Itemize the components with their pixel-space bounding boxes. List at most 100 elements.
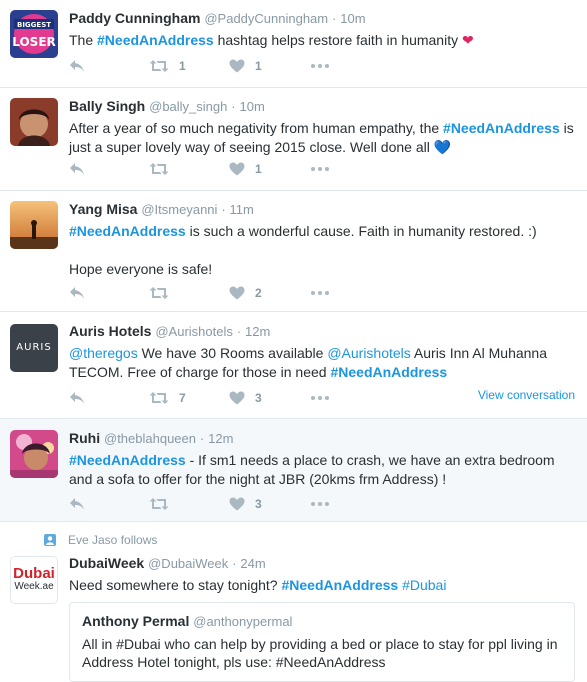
more-button[interactable] xyxy=(311,396,341,400)
user-fullname[interactable]: Bally Singh xyxy=(69,98,145,114)
timestamp[interactable]: 10m xyxy=(340,11,365,26)
tweet[interactable]: BIGGEST LOSER Paddy Cunningham @PaddyCun… xyxy=(0,0,587,88)
hashtag-link[interactable]: #NeedAnAddress xyxy=(69,223,186,239)
follow-user-icon xyxy=(44,534,56,546)
retweet-button[interactable]: 7 xyxy=(149,391,229,405)
more-dots-icon xyxy=(311,64,329,68)
tweet[interactable]: Eve Jaso follows Dubai Week.ae DubaiWeek… xyxy=(0,522,587,682)
avatar[interactable]: AURIS xyxy=(10,324,58,372)
timestamp[interactable]: 12m xyxy=(208,431,233,446)
tweet-text-part: After a year of so much negativity from … xyxy=(69,120,444,136)
retweet-button[interactable] xyxy=(149,497,229,511)
avatar[interactable]: BIGGEST LOSER xyxy=(10,10,58,58)
reply-button[interactable] xyxy=(69,162,149,176)
svg-text:BIGGEST: BIGGEST xyxy=(17,21,51,29)
social-context: Eve Jaso follows xyxy=(44,532,157,548)
like-button[interactable]: 1 xyxy=(229,162,311,176)
more-dots-icon xyxy=(311,396,329,400)
user-fullname[interactable]: Paddy Cunningham xyxy=(69,10,200,26)
retweet-icon xyxy=(149,286,169,300)
like-button[interactable]: 2 xyxy=(229,286,311,300)
retweet-icon xyxy=(149,391,169,405)
more-button[interactable] xyxy=(311,167,341,171)
blue-heart-emoji: 💙 xyxy=(433,139,452,155)
avatar[interactable] xyxy=(10,201,58,249)
tweet[interactable]: Ruhi @theblahqueen · 12m #NeedAnAddress … xyxy=(0,419,587,522)
user-fullname[interactable]: Ruhi xyxy=(69,430,100,446)
tweet[interactable]: Yang Misa @Itsmeyanni · 11m #NeedAnAddre… xyxy=(0,191,587,312)
reply-button[interactable] xyxy=(69,286,149,300)
more-button[interactable] xyxy=(311,502,341,506)
hashtag-link[interactable]: #NeedAnAddress xyxy=(443,120,560,136)
reply-button[interactable] xyxy=(69,497,149,511)
timestamp[interactable]: 12m xyxy=(245,324,270,339)
user-handle[interactable]: @Aurishotels xyxy=(155,324,233,339)
tweet[interactable]: AURIS Auris Hotels @Aurishotels · 12m @t… xyxy=(0,312,587,419)
retweet-icon xyxy=(149,162,169,176)
more-dots-icon xyxy=(311,291,329,295)
user-handle[interactable]: @bally_singh xyxy=(149,99,227,114)
quoted-tweet-text: All in #Dubai who can help by providing … xyxy=(82,636,558,670)
hashtag-link[interactable]: #NeedAnAddress xyxy=(69,452,186,468)
tweet[interactable]: Bally Singh @bally_singh · 10m After a y… xyxy=(0,88,587,191)
hashtag-link[interactable]: #Dubai xyxy=(402,577,446,593)
separator-dot: · xyxy=(232,556,237,571)
retweet-button[interactable]: 1 xyxy=(149,59,229,73)
more-dots-icon xyxy=(311,167,329,171)
like-count: 1 xyxy=(255,162,262,176)
retweet-icon xyxy=(149,59,169,73)
user-fullname[interactable]: DubaiWeek xyxy=(69,555,144,571)
user-fullname[interactable]: Yang Misa xyxy=(69,201,137,217)
user-handle[interactable]: @Itsmeyanni xyxy=(141,202,217,217)
hashtag-link[interactable]: #NeedAnAddress xyxy=(281,577,398,593)
user-handle[interactable]: @theblahqueen xyxy=(104,431,196,446)
hashtag-link[interactable]: #NeedAnAddress xyxy=(330,364,447,380)
timestamp[interactable]: 10m xyxy=(240,99,265,114)
mention-link[interactable]: @Aurishotels xyxy=(327,345,410,361)
view-conversation-link[interactable]: View conversation xyxy=(478,388,575,402)
user-fullname[interactable]: Auris Hotels xyxy=(69,323,151,339)
heart-icon xyxy=(229,162,245,176)
separator-dot: · xyxy=(332,11,337,26)
avatar[interactable]: Dubai Week.ae xyxy=(10,556,58,604)
reply-icon xyxy=(69,391,85,405)
like-button[interactable]: 3 xyxy=(229,391,311,405)
timestamp[interactable]: 11m xyxy=(230,202,254,217)
retweet-count: 1 xyxy=(179,59,186,73)
red-heart-emoji: ❤ xyxy=(461,32,474,48)
like-button[interactable]: 3 xyxy=(229,497,311,511)
timestamp[interactable]: 24m xyxy=(240,556,265,571)
like-button[interactable]: 1 xyxy=(229,59,311,73)
separator-dot: · xyxy=(221,202,226,217)
tweet-text-part: We have 30 Rooms available xyxy=(137,345,328,361)
hashtag-link[interactable]: #NeedAnAddress xyxy=(97,32,214,48)
reply-button[interactable] xyxy=(69,391,149,405)
mention-link[interactable]: @theregos xyxy=(69,345,138,361)
quoted-user-handle: @anthonypermal xyxy=(193,614,293,629)
retweet-button[interactable] xyxy=(149,162,229,176)
retweet-count: 7 xyxy=(179,391,186,405)
avatar[interactable] xyxy=(10,430,58,478)
more-button[interactable] xyxy=(311,64,341,68)
retweet-button[interactable] xyxy=(149,286,229,300)
reply-icon xyxy=(69,59,85,73)
tweet-text-part: The xyxy=(69,32,98,48)
auris-logo: AURIS xyxy=(16,342,52,353)
social-context-text[interactable]: Eve Jaso follows xyxy=(68,533,157,547)
separator-dot: · xyxy=(236,324,242,339)
quoted-tweet[interactable]: Anthony Permal @anthonypermal All in #Du… xyxy=(69,602,575,682)
user-handle[interactable]: @DubaiWeek xyxy=(148,556,228,571)
dubaiweek-logo: Dubai Week.ae xyxy=(13,565,55,592)
tweet-text: @theregos We have 30 Rooms available @Au… xyxy=(69,344,579,382)
tweet-text: Need somewhere to stay tonight? #NeedAnA… xyxy=(69,576,579,595)
tweet-text-part: Need somewhere to stay tonight? xyxy=(69,577,282,593)
quoted-user-fullname: Anthony Permal xyxy=(82,613,190,629)
tweet-text: After a year of so much negativity from … xyxy=(69,119,579,157)
separator-dot: · xyxy=(199,431,205,446)
tweet-text-part: is such a wonderful cause. Faith in huma… xyxy=(185,223,537,239)
more-button[interactable] xyxy=(311,291,341,295)
avatar[interactable] xyxy=(10,98,58,146)
reply-button[interactable] xyxy=(69,59,149,73)
like-count: 1 xyxy=(255,59,262,73)
user-handle[interactable]: @PaddyCunningham xyxy=(204,11,328,26)
